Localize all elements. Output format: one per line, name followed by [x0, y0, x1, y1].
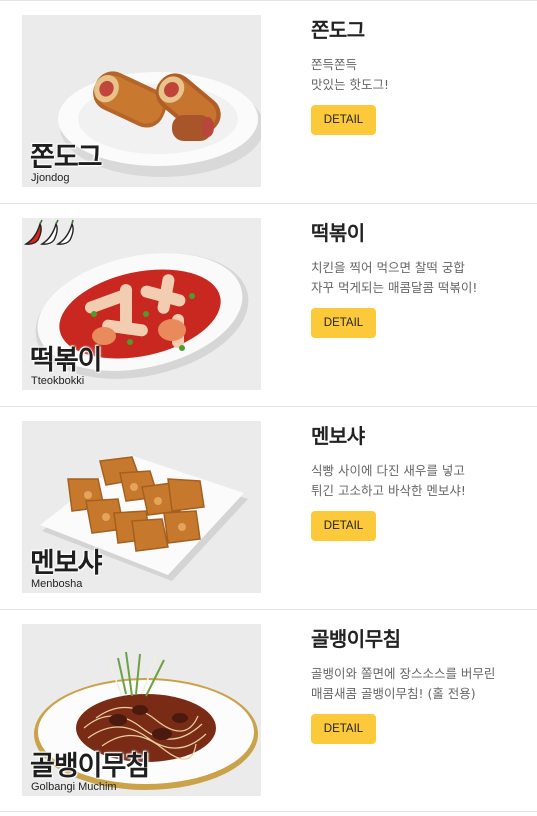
- menu-item-menbosha: 멘보샤 Menbosha 멘보샤 식빵 사이에 다진 새우를 넣고 튀긴 고소하…: [0, 406, 537, 609]
- menu-item-golbangi: 골뱅이무침 Golbangi Muchim 골뱅이무침 골뱅이와 쫄면에 장스소…: [0, 609, 537, 812]
- menu-item-jjondog: 쫀도그 Jjondog 쫀도그 쫀득쫀득 맛있는 핫도그! DETAIL: [0, 0, 537, 203]
- menu-description: 치킨을 찍어 먹으면 찰떡 궁합 자꾸 먹게되는 매콤달콤 떡볶이!: [311, 258, 531, 298]
- menu-photo[interactable]: 골뱅이무침 Golbangi Muchim: [22, 624, 261, 796]
- detail-button[interactable]: DETAIL: [311, 308, 376, 338]
- photo-title: 쫀도그: [30, 142, 103, 173]
- menu-title: 멘보샤: [311, 424, 365, 448]
- description-line: 치킨을 찍어 먹으면 찰떡 궁합: [311, 260, 465, 275]
- menu-info: 골뱅이무침 골뱅이와 쫄면에 장스소스를 버무린 매콤새콤 골뱅이무침! (홀 …: [311, 626, 531, 704]
- photo-title: 멘보샤: [30, 548, 103, 579]
- photo-title: 골뱅이무침: [30, 751, 150, 782]
- description-line: 튀긴 고소하고 바삭한 멘보샤!: [311, 483, 466, 498]
- menu-info: 쫀도그 쫀득쫀득 맛있는 핫도그!: [311, 17, 531, 95]
- photo-title: 떡볶이: [30, 345, 103, 376]
- description-line: 자꾸 먹게되는 매콤달콤 떡볶이!: [311, 280, 478, 295]
- photo-subtitle: Tteokbokki: [31, 375, 85, 387]
- photo-subtitle: Menbosha: [31, 578, 83, 590]
- menu-description: 식빵 사이에 다진 새우를 넣고 튀긴 고소하고 바삭한 멘보샤!: [311, 461, 531, 501]
- description-line: 매콤새콤 골뱅이무침! (홀 전용): [311, 686, 476, 701]
- description-line: 골뱅이와 쫄면에 장스소스를 버무린: [311, 666, 496, 681]
- menu-title: 골뱅이무침: [311, 627, 401, 651]
- detail-button[interactable]: DETAIL: [311, 714, 376, 744]
- menu-info: 멘보샤 식빵 사이에 다진 새우를 넣고 튀긴 고소하고 바삭한 멘보샤!: [311, 423, 531, 501]
- menu-photo[interactable]: 멘보샤 Menbosha: [22, 421, 261, 593]
- description-line: 식빵 사이에 다진 새우를 넣고: [311, 463, 465, 478]
- description-line: 맛있는 핫도그!: [311, 77, 389, 92]
- menu-list: 쫀도그 Jjondog 쫀도그 쫀득쫀득 맛있는 핫도그! DETAIL 떡볶이…: [0, 0, 537, 812]
- menu-description: 쫀득쫀득 맛있는 핫도그!: [311, 55, 531, 95]
- menu-photo[interactable]: 떡볶이 Tteokbokki: [22, 218, 261, 390]
- detail-button[interactable]: DETAIL: [311, 511, 376, 541]
- detail-button[interactable]: DETAIL: [311, 105, 376, 135]
- description-line: 쫀득쫀득: [311, 57, 358, 72]
- menu-info: 떡볶이 치킨을 찍어 먹으면 찰떡 궁합 자꾸 먹게되는 매콤달콤 떡볶이!: [311, 220, 531, 298]
- menu-photo[interactable]: 쫀도그 Jjondog: [22, 15, 261, 187]
- photo-subtitle: Jjondog: [31, 172, 70, 184]
- menu-title: 떡볶이: [311, 221, 365, 245]
- menu-title: 쫀도그: [311, 18, 365, 42]
- chili-icon: [23, 219, 74, 245]
- menu-item-tteokbokki: 떡볶이 Tteokbokki 떡볶이 치킨을 찍어 먹으면 찰떡 궁합 자꾸 먹…: [0, 203, 537, 406]
- photo-subtitle: Golbangi Muchim: [31, 781, 117, 793]
- menu-description: 골뱅이와 쫄면에 장스소스를 버무린 매콤새콤 골뱅이무침! (홀 전용): [311, 664, 531, 704]
